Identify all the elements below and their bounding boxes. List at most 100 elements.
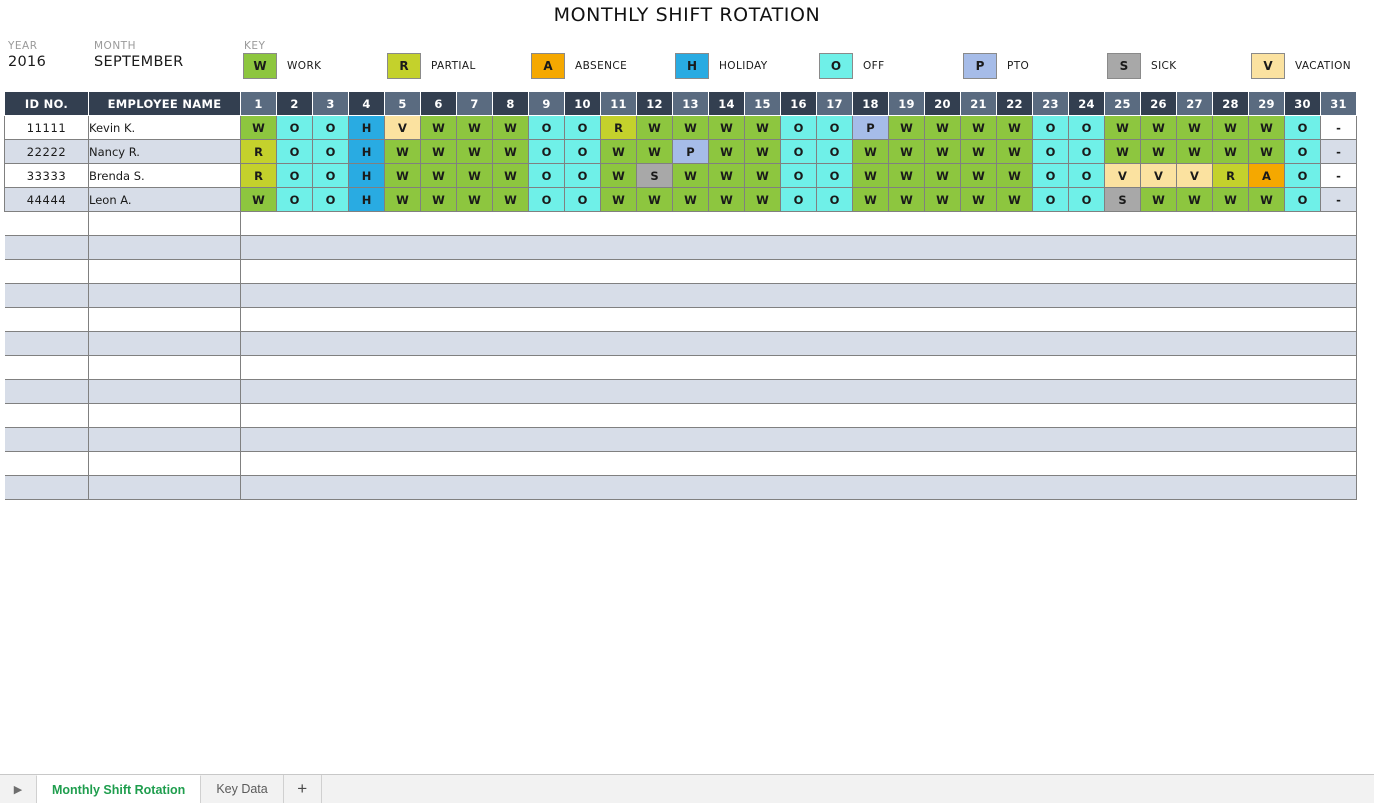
cell-shift-day-27[interactable] (1176, 451, 1213, 476)
cell-shift-day-13[interactable]: P (672, 139, 709, 164)
cell-shift-day-14[interactable] (708, 451, 745, 476)
column-header-day-11[interactable]: 11 (600, 91, 637, 116)
cell-shift-day-25[interactable]: V (1104, 163, 1141, 188)
cell-shift-day-28[interactable] (1212, 451, 1249, 476)
cell-shift-day-26[interactable]: W (1140, 139, 1177, 164)
cell-shift-day-26[interactable] (1140, 403, 1177, 428)
cell-shift-day-1[interactable] (240, 475, 277, 500)
cell-shift-day-8[interactable] (492, 475, 529, 500)
column-header-day-16[interactable]: 16 (780, 91, 817, 116)
cell-shift-day-15[interactable] (744, 235, 781, 260)
column-header-day-2[interactable]: 2 (276, 91, 313, 116)
cell-shift-day-17[interactable] (816, 379, 853, 404)
cell-shift-day-15[interactable] (744, 355, 781, 380)
cell-shift-day-1[interactable] (240, 355, 277, 380)
cell-shift-day-22[interactable] (996, 235, 1033, 260)
cell-shift-day-25[interactable] (1104, 427, 1141, 452)
cell-shift-day-30[interactable]: O (1284, 115, 1321, 140)
cell-shift-day-22[interactable] (996, 403, 1033, 428)
cell-shift-day-25[interactable] (1104, 259, 1141, 284)
cell-shift-day-5[interactable] (384, 211, 421, 236)
cell-shift-day-18[interactable]: W (852, 187, 889, 212)
cell-shift-day-9[interactable] (528, 259, 565, 284)
cell-shift-day-11[interactable] (600, 283, 637, 308)
cell-shift-day-12[interactable]: W (636, 139, 673, 164)
cell-shift-day-24[interactable] (1068, 355, 1105, 380)
cell-employee-name[interactable] (88, 355, 241, 380)
cell-shift-day-5[interactable] (384, 451, 421, 476)
cell-shift-day-18[interactable] (852, 451, 889, 476)
cell-shift-day-22[interactable] (996, 331, 1033, 356)
cell-shift-day-13[interactable] (672, 355, 709, 380)
cell-shift-day-21[interactable] (960, 331, 997, 356)
cell-shift-day-30[interactable] (1284, 211, 1321, 236)
cell-shift-day-16[interactable] (780, 379, 817, 404)
cell-shift-day-9[interactable] (528, 307, 565, 332)
cell-shift-day-9[interactable]: O (528, 187, 565, 212)
cell-shift-day-14[interactable] (708, 283, 745, 308)
cell-shift-day-6[interactable]: W (420, 187, 457, 212)
cell-shift-day-25[interactable] (1104, 403, 1141, 428)
cell-shift-day-21[interactable]: W (960, 163, 997, 188)
cell-employee-name[interactable] (88, 307, 241, 332)
cell-shift-day-24[interactable] (1068, 211, 1105, 236)
cell-shift-day-29[interactable] (1248, 427, 1285, 452)
cell-shift-day-16[interactable] (780, 259, 817, 284)
cell-shift-day-14[interactable] (708, 355, 745, 380)
cell-shift-day-13[interactable] (672, 475, 709, 500)
cell-shift-day-4[interactable] (348, 427, 385, 452)
cell-shift-day-24[interactable]: O (1068, 139, 1105, 164)
cell-shift-day-26[interactable] (1140, 307, 1177, 332)
cell-shift-day-10[interactable]: O (564, 139, 601, 164)
cell-shift-day-8[interactable]: W (492, 163, 529, 188)
cell-shift-day-21[interactable] (960, 379, 997, 404)
cell-shift-day-3[interactable] (312, 259, 349, 284)
cell-shift-day-12[interactable] (636, 403, 673, 428)
cell-employee-name[interactable] (88, 283, 241, 308)
cell-shift-day-10[interactable]: O (564, 187, 601, 212)
cell-shift-day-2[interactable] (276, 331, 313, 356)
cell-shift-day-24[interactable] (1068, 403, 1105, 428)
cell-shift-day-19[interactable] (888, 379, 925, 404)
cell-employee-name[interactable]: Leon A. (88, 187, 241, 212)
cell-shift-day-26[interactable] (1140, 355, 1177, 380)
cell-shift-day-5[interactable]: W (384, 139, 421, 164)
cell-shift-day-7[interactable] (456, 403, 493, 428)
cell-shift-day-6[interactable] (420, 355, 457, 380)
cell-shift-day-28[interactable] (1212, 331, 1249, 356)
cell-shift-day-25[interactable] (1104, 355, 1141, 380)
cell-shift-day-16[interactable] (780, 307, 817, 332)
cell-shift-day-10[interactable] (564, 379, 601, 404)
cell-shift-day-29[interactable] (1248, 475, 1285, 500)
cell-shift-day-4[interactable]: H (348, 163, 385, 188)
cell-shift-day-20[interactable] (924, 331, 961, 356)
cell-shift-day-26[interactable] (1140, 211, 1177, 236)
cell-shift-day-28[interactable]: W (1212, 139, 1249, 164)
cell-shift-day-24[interactable]: O (1068, 115, 1105, 140)
cell-shift-day-27[interactable] (1176, 211, 1213, 236)
cell-shift-day-24[interactable] (1068, 259, 1105, 284)
cell-shift-day-25[interactable] (1104, 331, 1141, 356)
cell-shift-day-16[interactable] (780, 235, 817, 260)
cell-shift-day-6[interactable] (420, 211, 457, 236)
cell-shift-day-31[interactable] (1320, 211, 1357, 236)
cell-shift-day-8[interactable] (492, 211, 529, 236)
cell-shift-day-19[interactable] (888, 475, 925, 500)
cell-shift-day-20[interactable] (924, 211, 961, 236)
cell-shift-day-18[interactable] (852, 427, 889, 452)
cell-shift-day-18[interactable] (852, 475, 889, 500)
cell-shift-day-4[interactable] (348, 235, 385, 260)
cell-employee-name[interactable]: Brenda S. (88, 163, 241, 188)
column-header-day-25[interactable]: 25 (1104, 91, 1141, 116)
cell-shift-day-30[interactable] (1284, 403, 1321, 428)
cell-shift-day-26[interactable] (1140, 451, 1177, 476)
cell-shift-day-1[interactable]: R (240, 163, 277, 188)
cell-shift-day-29[interactable] (1248, 451, 1285, 476)
cell-shift-day-20[interactable]: W (924, 139, 961, 164)
cell-shift-day-25[interactable] (1104, 211, 1141, 236)
cell-shift-day-4[interactable] (348, 475, 385, 500)
cell-shift-day-15[interactable]: W (744, 115, 781, 140)
cell-shift-day-31[interactable] (1320, 283, 1357, 308)
cell-shift-day-10[interactable] (564, 235, 601, 260)
cell-shift-day-2[interactable] (276, 427, 313, 452)
